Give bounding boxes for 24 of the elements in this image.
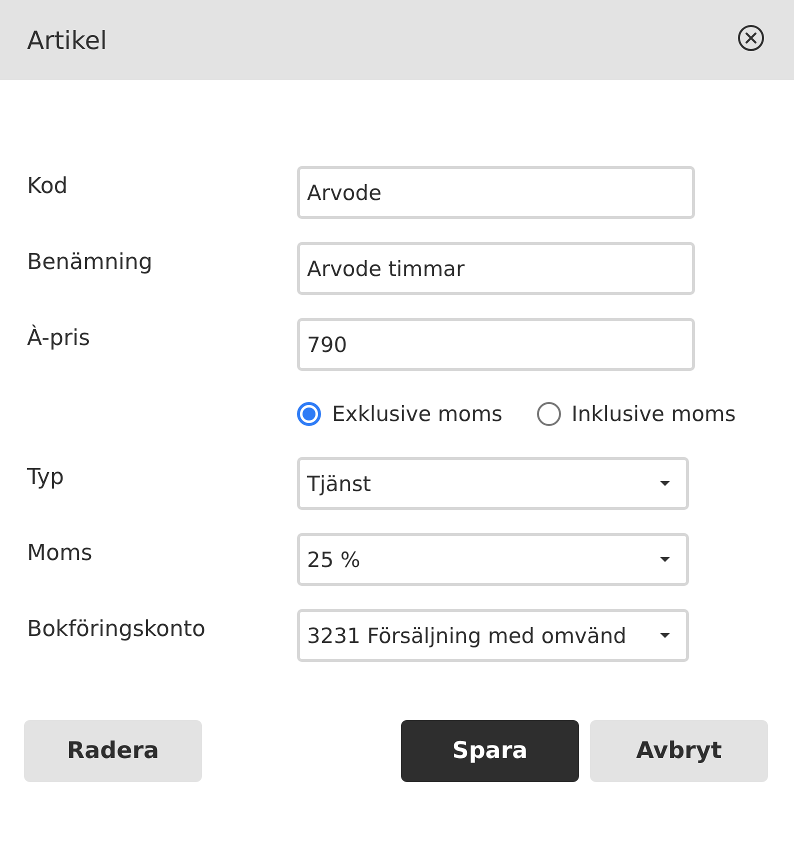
select-field[interactable]: Tjänst [297, 457, 689, 510]
radio-label[interactable]: Inklusive moms [572, 402, 736, 426]
radio-button[interactable] [536, 402, 561, 426]
caret-icon [660, 633, 670, 638]
text-field[interactable]: Arvode timmar [297, 242, 695, 295]
radio-label[interactable]: Exklusive moms [332, 402, 503, 426]
caret-icon [660, 481, 670, 486]
field-label: Typ [27, 464, 65, 490]
field-label: Benämning [27, 249, 154, 275]
select-field[interactable]: 3231 Försäljning med omvänd [297, 609, 689, 662]
action-button[interactable]: Spara [401, 720, 579, 782]
dialog-title: Artikel [27, 26, 108, 54]
radio-button[interactable] [297, 402, 321, 426]
close-icon[interactable] [738, 25, 764, 51]
action-button[interactable]: Radera [24, 720, 202, 782]
text-field[interactable]: Arvode [297, 166, 695, 219]
field-label: Moms [27, 540, 94, 566]
caret-icon [660, 557, 670, 562]
text-field[interactable]: 790 [297, 318, 695, 371]
field-label: À-pris [27, 324, 92, 351]
action-button[interactable]: Avbryt [590, 720, 768, 782]
field-label: Kod [27, 173, 69, 199]
field-label: Bokföringskonto [27, 616, 206, 642]
select-field[interactable]: 25 % [297, 533, 689, 586]
